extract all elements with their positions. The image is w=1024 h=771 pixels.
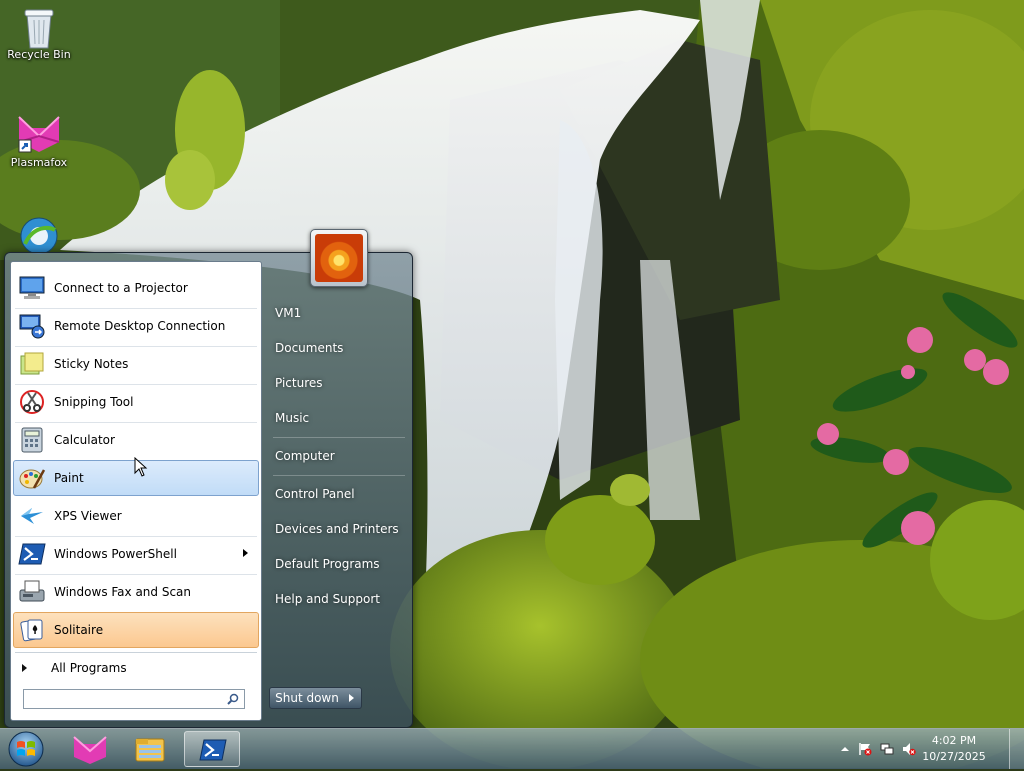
remote-desktop-icon — [19, 314, 45, 339]
right-item-label: Control Panel — [275, 487, 355, 501]
paint-icon — [19, 469, 46, 489]
start-button[interactable] — [6, 730, 46, 768]
chevron-right-icon — [349, 694, 354, 702]
start-menu: Connect to a Projector Remote Desktop Co… — [4, 229, 413, 728]
program-label: Sticky Notes — [54, 357, 129, 371]
right-item-label: Devices and Printers — [275, 522, 399, 536]
show-desktop-button[interactable] — [1009, 729, 1024, 769]
desktop-icon-internet[interactable] — [1, 214, 77, 256]
clock-date: 10/27/2025 — [922, 750, 986, 763]
desktop-icon-label: Plasmafox — [10, 156, 68, 169]
right-item-label: Default Programs — [275, 557, 380, 571]
program-label: Windows Fax and Scan — [54, 585, 192, 599]
submenu-arrow-icon[interactable] — [243, 549, 248, 557]
start-right-default-programs[interactable]: Default Programs — [267, 549, 407, 579]
start-right-music[interactable]: Music — [267, 403, 407, 433]
solitaire-icon — [20, 619, 43, 642]
plasmafox-icon — [18, 114, 60, 154]
program-label: Windows PowerShell — [54, 547, 177, 561]
powershell-icon — [18, 543, 46, 565]
program-connect-to-projector[interactable]: Connect to a Projector — [13, 270, 259, 306]
desktop-icon-recycle-bin[interactable]: Recycle Bin — [1, 6, 77, 61]
right-item-label: Help and Support — [275, 592, 380, 606]
calculator-icon — [21, 427, 43, 453]
flower-picture — [315, 234, 363, 282]
show-hidden-icons-icon[interactable] — [838, 742, 852, 756]
program-windows-fax-and-scan[interactable]: Windows Fax and Scan — [13, 574, 259, 610]
right-item-label: Documents — [275, 341, 344, 355]
right-item-label: Pictures — [275, 376, 323, 390]
taskbar-plasmafox[interactable] — [62, 731, 118, 767]
search-icon[interactable] — [227, 693, 239, 705]
network-icon[interactable] — [880, 742, 894, 756]
program-separator — [15, 652, 257, 653]
start-right-control-panel[interactable]: Control Panel — [267, 479, 407, 509]
right-item-label: VM1 — [275, 306, 302, 320]
start-search-box[interactable] — [23, 689, 245, 709]
program-label: Solitaire — [54, 623, 104, 637]
program-calculator[interactable]: Calculator — [13, 422, 259, 458]
start-right-user-folder[interactable]: VM1 — [267, 298, 407, 328]
taskbar-explorer[interactable] — [122, 731, 178, 767]
program-windows-powershell[interactable]: Windows PowerShell — [13, 536, 259, 572]
right-pane-separator — [273, 475, 405, 476]
right-item-label: Music — [275, 411, 310, 425]
program-label: Connect to a Projector — [54, 281, 188, 295]
program-label: Calculator — [54, 433, 115, 447]
all-programs-arrow-icon — [22, 664, 27, 672]
all-programs-label: All Programs — [51, 661, 127, 675]
clock[interactable]: 4:02 PM 10/27/2025 — [914, 733, 994, 765]
taskbar-powershell[interactable] — [184, 731, 240, 767]
mouse-cursor-icon — [134, 457, 148, 477]
start-search-input[interactable] — [28, 691, 222, 709]
internet-icon — [19, 214, 59, 255]
folder-icon — [135, 738, 165, 762]
fax-scan-icon — [19, 580, 45, 602]
powershell-icon — [199, 739, 227, 761]
snipping-tool-icon — [20, 390, 44, 414]
right-pane-separator — [273, 437, 405, 438]
right-item-label: Computer — [275, 449, 335, 463]
shutdown-options-button[interactable] — [343, 687, 362, 709]
notification-area: 4:02 PM 10/27/2025 — [834, 729, 1024, 769]
projector-icon — [19, 276, 45, 299]
shutdown-control: Shut down — [269, 687, 363, 709]
program-label: XPS Viewer — [54, 509, 122, 523]
start-right-devices-printers[interactable]: Devices and Printers — [267, 514, 407, 544]
shutdown-button[interactable]: Shut down — [269, 687, 345, 709]
all-programs-button[interactable]: All Programs — [13, 656, 259, 680]
clock-time: 4:02 PM — [931, 734, 977, 747]
start-menu-programs-pane: Connect to a Projector Remote Desktop Co… — [10, 261, 262, 721]
start-right-computer[interactable]: Computer — [267, 441, 407, 471]
program-snipping-tool[interactable]: Snipping Tool — [13, 384, 259, 420]
user-account-picture[interactable] — [310, 229, 368, 287]
recycle-bin-icon — [19, 6, 59, 49]
action-center-flag-icon[interactable] — [858, 742, 872, 756]
xps-viewer-icon — [21, 508, 43, 524]
taskbar: 4:02 PM 10/27/2025 — [0, 728, 1024, 769]
plasmafox-icon — [73, 736, 107, 764]
program-xps-viewer[interactable]: XPS Viewer — [13, 498, 259, 534]
start-right-pictures[interactable]: Pictures — [267, 368, 407, 398]
program-remote-desktop[interactable]: Remote Desktop Connection — [13, 308, 259, 344]
program-label: Snipping Tool — [54, 395, 134, 409]
start-right-help-support[interactable]: Help and Support — [267, 584, 407, 614]
program-sticky-notes[interactable]: Sticky Notes — [13, 346, 259, 382]
desktop-icon-plasmafox[interactable]: Plasmafox — [1, 114, 77, 169]
windows-logo-icon — [8, 731, 44, 767]
start-right-documents[interactable]: Documents — [267, 333, 407, 363]
sticky-notes-icon — [20, 352, 44, 375]
program-solitaire[interactable]: Solitaire — [13, 612, 259, 648]
program-label: Paint — [54, 471, 84, 485]
program-label: Remote Desktop Connection — [54, 319, 226, 333]
